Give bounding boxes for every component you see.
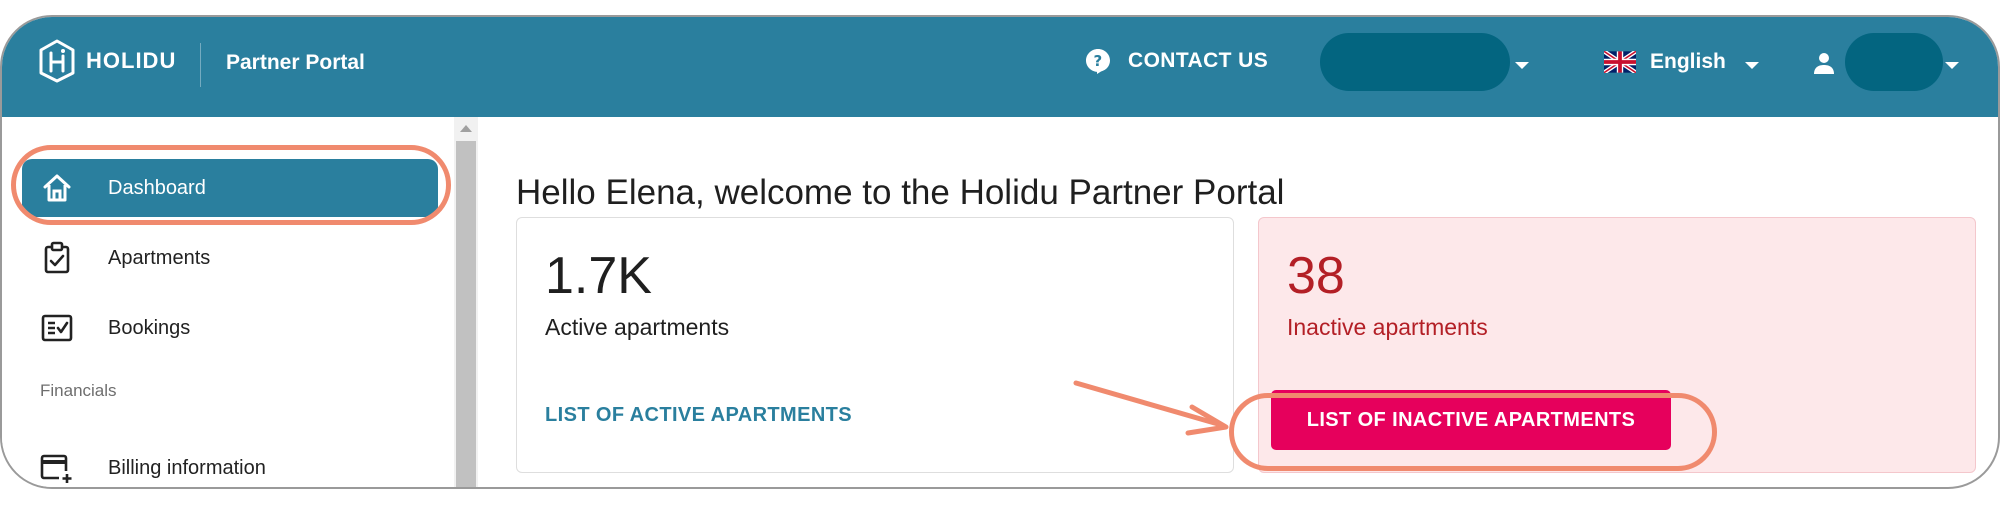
app-window: HOLIDU Partner Portal ? CONTACT US Engli… [0,15,2000,489]
top-bar: HOLIDU Partner Portal ? CONTACT US Engli… [2,17,1998,117]
account-selector[interactable] [1320,33,1510,91]
help-icon: ? [1086,49,1110,74]
user-dropdown-icon[interactable] [1945,62,1959,69]
button-highlight-outline [1229,393,1717,471]
brand-name: HOLIDU [86,48,177,73]
sidebar-item-label: Bookings [108,316,191,339]
contact-us-label: CONTACT US [1128,49,1269,72]
holidu-logo-icon [39,39,75,83]
section-label-financials: Financials [40,381,117,400]
svg-text:?: ? [1093,52,1102,70]
sidebar-item-apartments[interactable]: Apartments [22,229,438,287]
inactive-apartments-count: 38 [1287,247,1345,305]
sidebar-item-label: Apartments [108,246,211,269]
checklist-icon [41,314,73,342]
language-dropdown-icon[interactable] [1745,62,1759,69]
inactive-apartments-label: Inactive apartments [1287,314,1488,340]
user-icon[interactable] [1812,51,1836,75]
language-label: English [1650,50,1726,73]
user-menu[interactable] [1845,33,1943,91]
scrollbar-thumb[interactable] [456,141,476,487]
language-selector[interactable]: English [1604,50,1726,74]
list-active-apartments-link[interactable]: LIST OF ACTIVE APARTMENTS [545,404,852,427]
account-dropdown-icon[interactable] [1515,62,1529,69]
scroll-up-arrow-icon[interactable] [460,125,472,132]
sidebar-item-label: Billing information [108,456,266,479]
sidebar-item-bookings[interactable]: Bookings [22,299,438,357]
annotation-arrow-icon [1073,380,1229,436]
sidebar-item-billing-information[interactable]: Billing information [22,439,438,487]
clipboard-check-icon [44,241,70,274]
logo-divider [200,43,201,87]
contact-us-link[interactable]: ? CONTACT US [1084,47,1268,75]
active-apartments-label: Active apartments [545,314,730,340]
portal-title: Partner Portal [226,51,365,74]
uk-flag-icon [1604,51,1636,73]
active-apartments-count: 1.7K [545,247,652,305]
dashboard-highlight-outline [11,145,451,225]
sidebar-scrollbar[interactable] [454,117,478,487]
holidu-logo[interactable]: HOLIDU [38,39,176,83]
credit-card-add-icon [40,454,72,483]
page-title: Hello Elena, welcome to the Holidu Partn… [516,173,1285,212]
